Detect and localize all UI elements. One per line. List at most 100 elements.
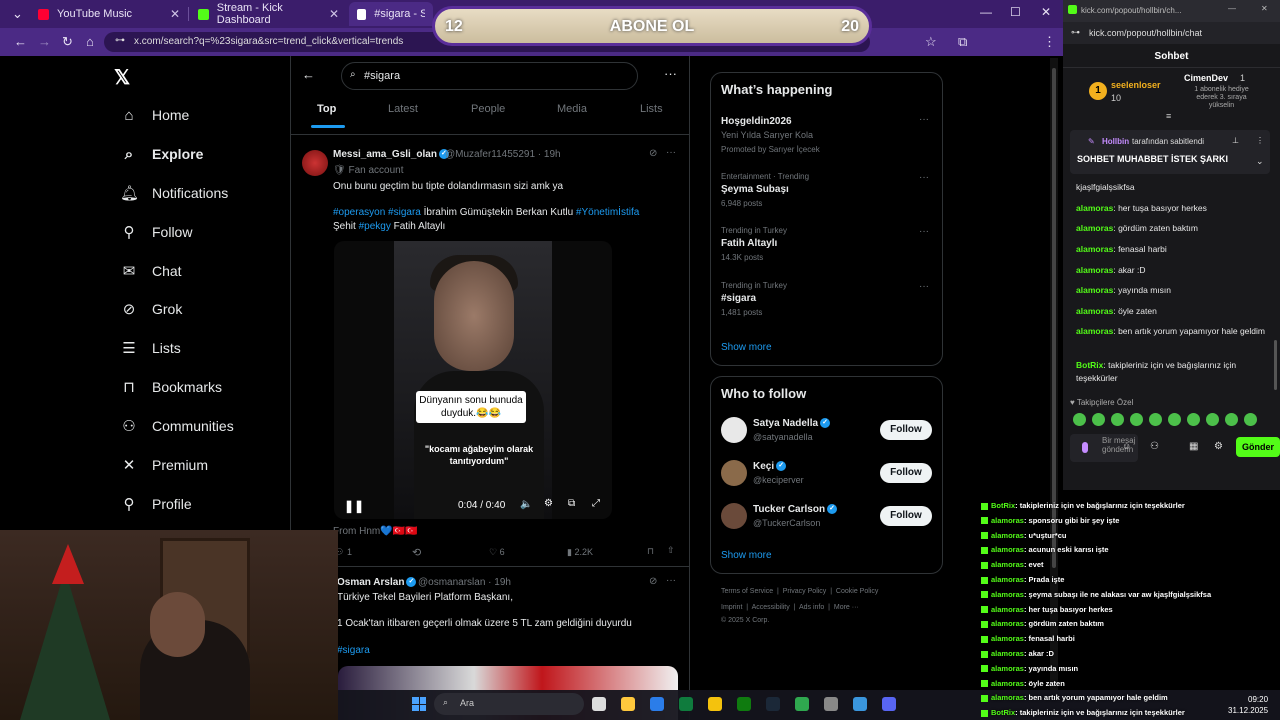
show-more-link[interactable]: Show more — [721, 342, 772, 353]
emote-icon[interactable] — [1187, 413, 1200, 426]
video-source[interactable]: From Hnm💙🇹🇷🇹🇷 — [333, 526, 418, 537]
extensions-icon[interactable]: ⧉ — [958, 34, 967, 50]
tweet-handle[interactable]: @Muzafer11455291 · 19h — [445, 149, 561, 160]
grok-icon[interactable]: ⊘ — [649, 148, 657, 159]
avatar[interactable] — [721, 503, 747, 529]
gift-user[interactable]: CimenDev — [1184, 73, 1228, 83]
follow-user-name[interactable]: Satya Nadella ✓ — [753, 418, 831, 429]
close-icon[interactable]: ✕ — [329, 7, 339, 21]
tab-latest[interactable]: Latest — [388, 103, 418, 115]
store-icon[interactable]: ▦ — [1189, 441, 1198, 452]
privacy-link[interactable]: Privacy Policy — [783, 588, 827, 595]
mic-icon[interactable] — [1082, 442, 1088, 453]
bookmark-star-icon[interactable]: ☆ — [925, 34, 937, 50]
nav-item-communities[interactable]: ⚇ Communities — [120, 411, 233, 441]
hashtag-link[interactable]: #pekgy — [359, 221, 391, 232]
store-icon[interactable] — [679, 697, 693, 711]
pinned-by-user[interactable]: Hollbin — [1102, 137, 1129, 146]
tab-top[interactable]: Top — [317, 103, 336, 115]
chat-username[interactable]: alamoras — [1076, 306, 1113, 316]
pause-icon[interactable]: ❚❚ — [344, 499, 364, 513]
nav-item-chat[interactable]: ✉ Chat — [120, 256, 182, 286]
nav-item-notifications[interactable]: 🔔︎ Notifications — [120, 178, 228, 208]
search-input[interactable]: ⌕ #sigara — [341, 62, 638, 90]
nav-item-premium[interactable]: ✕ Premium — [120, 450, 208, 480]
emote-icon[interactable] — [1073, 413, 1086, 426]
nav-item-home[interactable]: ⌂ Home — [120, 100, 189, 130]
chrome-icon[interactable] — [708, 697, 722, 711]
hashtag-link[interactable]: #operasyon #sigara — [333, 207, 421, 218]
emote-icon[interactable] — [1244, 413, 1257, 426]
more-options-icon[interactable]: ··· — [919, 172, 929, 183]
hashtag-link[interactable]: #Yönetimİstifa — [576, 207, 639, 218]
chat-username[interactable]: alamoras — [1076, 265, 1113, 275]
ads-info-link[interactable]: Ads info — [799, 604, 824, 611]
site-info-icon[interactable]: ⊶ — [115, 35, 125, 46]
follow-user-name[interactable]: Tucker Carlson ✓ — [753, 504, 838, 515]
repost-button[interactable]: ⟲ — [412, 546, 421, 559]
back-arrow-icon[interactable]: ← — [302, 67, 315, 82]
follow-button[interactable]: Follow — [880, 506, 932, 526]
emote-icon[interactable] — [1111, 413, 1124, 426]
gift-user[interactable]: seelenloser — [1111, 80, 1161, 90]
chat-username[interactable]: BotRix — [1076, 360, 1103, 370]
file-explorer-icon[interactable] — [621, 697, 635, 711]
avatar[interactable] — [302, 150, 328, 176]
nav-item-bookmarks[interactable]: ⊓ Bookmarks — [120, 372, 222, 402]
tab-media[interactable]: Media — [557, 103, 587, 115]
more-options-icon[interactable]: ··· — [919, 226, 929, 237]
kick-scrollbar[interactable] — [1274, 340, 1277, 390]
close-window-icon[interactable]: ✕ — [1261, 4, 1268, 13]
start-icon[interactable] — [412, 697, 426, 711]
kick-address-bar[interactable]: ⊶ kick.com/popout/hollbin/chat — [1063, 22, 1280, 44]
back-icon[interactable]: ← — [14, 34, 27, 49]
tab-lists[interactable]: Lists — [640, 103, 663, 115]
pin-icon[interactable]: ⊥ — [1232, 136, 1239, 145]
trend-name[interactable]: #sigara — [721, 293, 756, 304]
volume-icon[interactable]: 🔈 — [520, 499, 532, 510]
close-icon[interactable]: ✕ — [170, 7, 180, 21]
chat-username[interactable]: alamoras — [1076, 203, 1113, 213]
cookie-link[interactable]: Cookie Policy — [836, 588, 878, 595]
expand-icon[interactable]: ≡ — [1166, 111, 1171, 121]
nav-item-grok[interactable]: ⊘ Grok — [120, 294, 183, 324]
more-link[interactable]: More ··· — [834, 604, 859, 611]
xbox-icon[interactable] — [795, 697, 809, 711]
trend-name[interactable]: Şeyma Subaşı — [721, 184, 789, 195]
chat-input[interactable]: Bir mesaj gönderin ☺ — [1070, 434, 1138, 462]
more-options-icon[interactable]: ··· — [664, 66, 677, 81]
follow-user-name[interactable]: Keçi ✓ — [753, 461, 787, 472]
chevron-down-icon[interactable]: ⌄ — [1256, 156, 1264, 167]
trend-name[interactable]: Hoşgeldin2026 — [721, 116, 792, 127]
like-button[interactable]: ♡ 6 — [489, 547, 505, 558]
chat-username[interactable]: alamoras — [1076, 223, 1113, 233]
avatar[interactable] — [721, 460, 747, 486]
views-button[interactable]: ▮ 2.2K — [567, 547, 593, 558]
tweet-author[interactable]: Messi_ama_Gsli_olan ✓ — [333, 149, 449, 160]
minimize-icon[interactable]: — — [1228, 4, 1236, 13]
hashtag-link[interactable]: #sigara — [337, 644, 370, 658]
emote-icon[interactable] — [1225, 413, 1238, 426]
imprint-link[interactable]: Imprint — [721, 604, 742, 611]
show-more-link[interactable]: Show more — [721, 550, 772, 561]
maximize-icon[interactable]: ☐ — [1010, 5, 1021, 19]
send-button[interactable]: Gönder — [1236, 437, 1280, 457]
emote-icon[interactable] — [1149, 413, 1162, 426]
emoji-icon[interactable]: ☺ — [1122, 442, 1131, 451]
avatar[interactable] — [721, 417, 747, 443]
settings-icon[interactable]: ⚙ — [544, 498, 553, 509]
bookmark-button[interactable]: ⊓ — [647, 546, 654, 557]
forward-icon[interactable]: → — [38, 34, 51, 49]
emote-icon[interactable] — [1168, 413, 1181, 426]
emote-icon[interactable] — [1130, 413, 1143, 426]
video-player[interactable]: Dünyanın sonu bunuda duyduk.😂😂 "kocamı a… — [334, 241, 612, 519]
home-browser-icon[interactable]: ⌂ — [86, 34, 94, 49]
tweet-handle[interactable]: @osmanarslan · 19h — [418, 577, 511, 588]
task-view-icon[interactable] — [592, 697, 606, 711]
edge-icon[interactable] — [853, 697, 867, 711]
pip-icon[interactable]: ⧉ — [568, 498, 575, 509]
chat-username[interactable]: alamoras — [1076, 285, 1113, 295]
emote-icon[interactable] — [1092, 413, 1105, 426]
settings-icon[interactable]: ⚙ — [1214, 441, 1223, 452]
taskbar-search[interactable]: ⌕ Ara — [434, 693, 584, 715]
